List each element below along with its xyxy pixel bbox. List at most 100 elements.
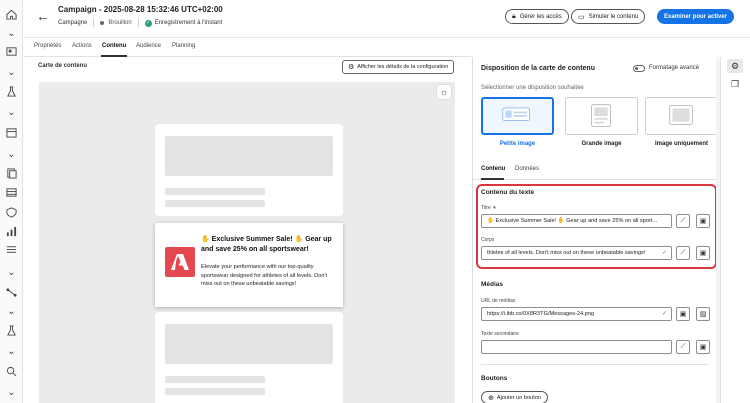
- campaign-type-label: Campagne: [58, 20, 88, 26]
- layout-small-image[interactable]: [481, 97, 554, 135]
- manage-access-label: Gérer les accès: [519, 13, 562, 20]
- page-header: ← Campaign - 2025-08-28 15:32:46 UTC+02:…: [24, 0, 750, 38]
- tab-planning[interactable]: Planning: [172, 43, 195, 49]
- chevron-down-icon[interactable]: ⌄: [5, 106, 18, 119]
- tab-audience[interactable]: Audience: [136, 43, 161, 49]
- panel-tabs: Contenu Données: [473, 158, 717, 180]
- chevron-down-icon[interactable]: ⌄: [5, 27, 18, 40]
- tab-content[interactable]: Contenu: [102, 43, 126, 49]
- canvas-label: Carte de contenu: [38, 63, 88, 69]
- search-icon[interactable]: [5, 365, 18, 378]
- adobe-logo-icon: [165, 247, 195, 277]
- documents-icon[interactable]: [5, 167, 18, 180]
- magic-wand-icon: ⟋: [680, 217, 686, 224]
- content-icon[interactable]: [5, 45, 18, 58]
- media-url-label: URL de médias: [481, 298, 516, 304]
- small-image-layout-icon: [502, 107, 531, 121]
- manage-access-button[interactable]: 🔒︎ Gérer les accès: [505, 9, 569, 24]
- secondary-text-label: Texte secondaire: [481, 331, 519, 337]
- save-status: Enregistrement à l'instant: [154, 20, 223, 26]
- body-input-value: thletes of all levels. Don't miss out on…: [487, 250, 646, 256]
- valid-check-icon: ✓: [661, 250, 667, 256]
- journey-icon[interactable]: [5, 286, 18, 299]
- media-url-input[interactable]: https://i.ibb.co/0X8R3TG/Messages-24.png…: [481, 307, 672, 321]
- show-config-details-button[interactable]: ⚙ Afficher les détails de la configurati…: [342, 60, 455, 74]
- tab-properties[interactable]: Propriétés: [34, 43, 61, 49]
- personalize-button[interactable]: ▣: [696, 214, 710, 228]
- title-field-label: Titre ∗: [481, 205, 497, 211]
- title-input-value: ✋ Exclusive Summer Sale! ✋ Gear up and s…: [487, 218, 658, 224]
- flask-icon[interactable]: [5, 85, 18, 98]
- body-input[interactable]: thletes of all levels. Don't miss out on…: [481, 246, 672, 260]
- lock-icon: 🔒︎: [512, 12, 516, 20]
- divider: [481, 364, 709, 365]
- personalize-button[interactable]: ▣: [676, 307, 690, 321]
- table-icon[interactable]: [5, 186, 18, 199]
- simulate-content-label: Simuler le contenu: [588, 13, 639, 20]
- status-dot-icon: [100, 21, 105, 25]
- list-icon[interactable]: [5, 243, 18, 256]
- large-image-layout-icon: [591, 104, 611, 127]
- advanced-formatting-label: Formatage avancé: [649, 65, 700, 71]
- review-to-activate-label: Examiner pour activer: [664, 13, 728, 20]
- chevron-down-icon[interactable]: ⌄: [5, 148, 18, 161]
- preview-area: ☼ ✋ Exclusive Summer Sale! ✋ Gear up and…: [39, 82, 455, 403]
- valid-check-icon: ✓: [661, 311, 667, 317]
- chevron-down-icon[interactable]: ⌄: [5, 66, 18, 79]
- title-input[interactable]: ✋ Exclusive Summer Sale! ✋ Gear up and s…: [481, 214, 672, 228]
- advanced-formatting-toggle[interactable]: [633, 65, 645, 72]
- placeholder-bar: [165, 324, 333, 364]
- plus-circle-icon: ⊕: [488, 394, 494, 402]
- divider: [137, 19, 139, 27]
- left-nav-rail: ⌄ ⌄ ⌄ ⌄ ⌄ ⌄ ⌄ ⌄: [0, 0, 23, 403]
- app-root: ⌄ ⌄ ⌄ ⌄ ⌄ ⌄ ⌄ ⌄ ← Campaign - 2025-08-28 …: [0, 0, 750, 403]
- review-to-activate-button[interactable]: Examiner pour activer: [657, 9, 735, 24]
- ai-generate-button[interactable]: ⟋: [676, 246, 690, 260]
- tab-actions[interactable]: Actions: [72, 43, 92, 49]
- theme-toggle-icon[interactable]: ☼: [437, 85, 451, 99]
- content-card-preview[interactable]: ✋ Exclusive Summer Sale! ✋ Gear up and s…: [155, 223, 343, 307]
- layout-image-only-label: Image uniquement: [654, 141, 708, 147]
- personalize-button[interactable]: ▣: [696, 340, 710, 354]
- personalize-icon: ▣: [699, 218, 707, 225]
- card-title: ✋ Exclusive Summer Sale! ✋ Gear up and s…: [201, 236, 332, 253]
- document-icon: ▭: [578, 13, 585, 21]
- personalize-icon: ▣: [699, 344, 707, 351]
- placeholder-bar: [165, 200, 265, 207]
- active-subtab-indicator: [481, 178, 504, 180]
- personalize-button[interactable]: ▣: [696, 246, 710, 260]
- back-arrow-icon[interactable]: ←: [36, 9, 50, 23]
- beaker-icon[interactable]: [5, 324, 18, 337]
- add-button-button[interactable]: ⊕ Ajouter un bouton: [481, 391, 549, 403]
- layers-icon[interactable]: ❐: [727, 77, 743, 91]
- check-circle-icon: ✓: [144, 19, 152, 27]
- chevron-down-icon[interactable]: ⌄: [5, 345, 18, 358]
- header-subline: Campagne Brouillon ✓ Enregistrement à l'…: [58, 19, 222, 27]
- main-tabs: Propriétés Actions Contenu Audience Plan…: [24, 38, 471, 57]
- simulate-content-button[interactable]: ▭ Simuler le contenu: [571, 9, 646, 24]
- layout-image-only[interactable]: [645, 97, 718, 135]
- magic-wand-icon: ⟋: [680, 343, 686, 350]
- placeholder-bar: [165, 388, 265, 395]
- personalize-icon: ▣: [699, 250, 707, 257]
- chevron-down-icon[interactable]: ⌄: [5, 386, 18, 399]
- chevron-down-icon[interactable]: ⌄: [5, 266, 18, 279]
- secondary-text-input[interactable]: [481, 340, 672, 354]
- home-icon[interactable]: [5, 8, 18, 21]
- page-title: Campaign - 2025-08-28 15:32:46 UTC+02:00: [58, 5, 223, 14]
- gear-icon[interactable]: ⚙: [727, 59, 743, 73]
- image-only-layout-icon: [669, 105, 693, 125]
- layout-large-image[interactable]: [565, 97, 638, 135]
- ai-generate-button[interactable]: ⟋: [676, 214, 690, 228]
- shield-icon[interactable]: [5, 206, 18, 219]
- image-icon: ▨: [699, 311, 707, 318]
- text-content-heading: Contenu du texte: [481, 189, 535, 196]
- bar-chart-icon[interactable]: [5, 225, 18, 238]
- calendar-icon[interactable]: [5, 126, 18, 139]
- buttons-heading: Boutons: [481, 375, 508, 382]
- tab-panel-content[interactable]: Contenu: [481, 166, 505, 172]
- ai-generate-button[interactable]: ⟋: [676, 340, 690, 354]
- tab-panel-data[interactable]: Données: [515, 166, 539, 172]
- chevron-down-icon[interactable]: ⌄: [5, 305, 18, 318]
- image-picker-button[interactable]: ▨: [696, 307, 710, 321]
